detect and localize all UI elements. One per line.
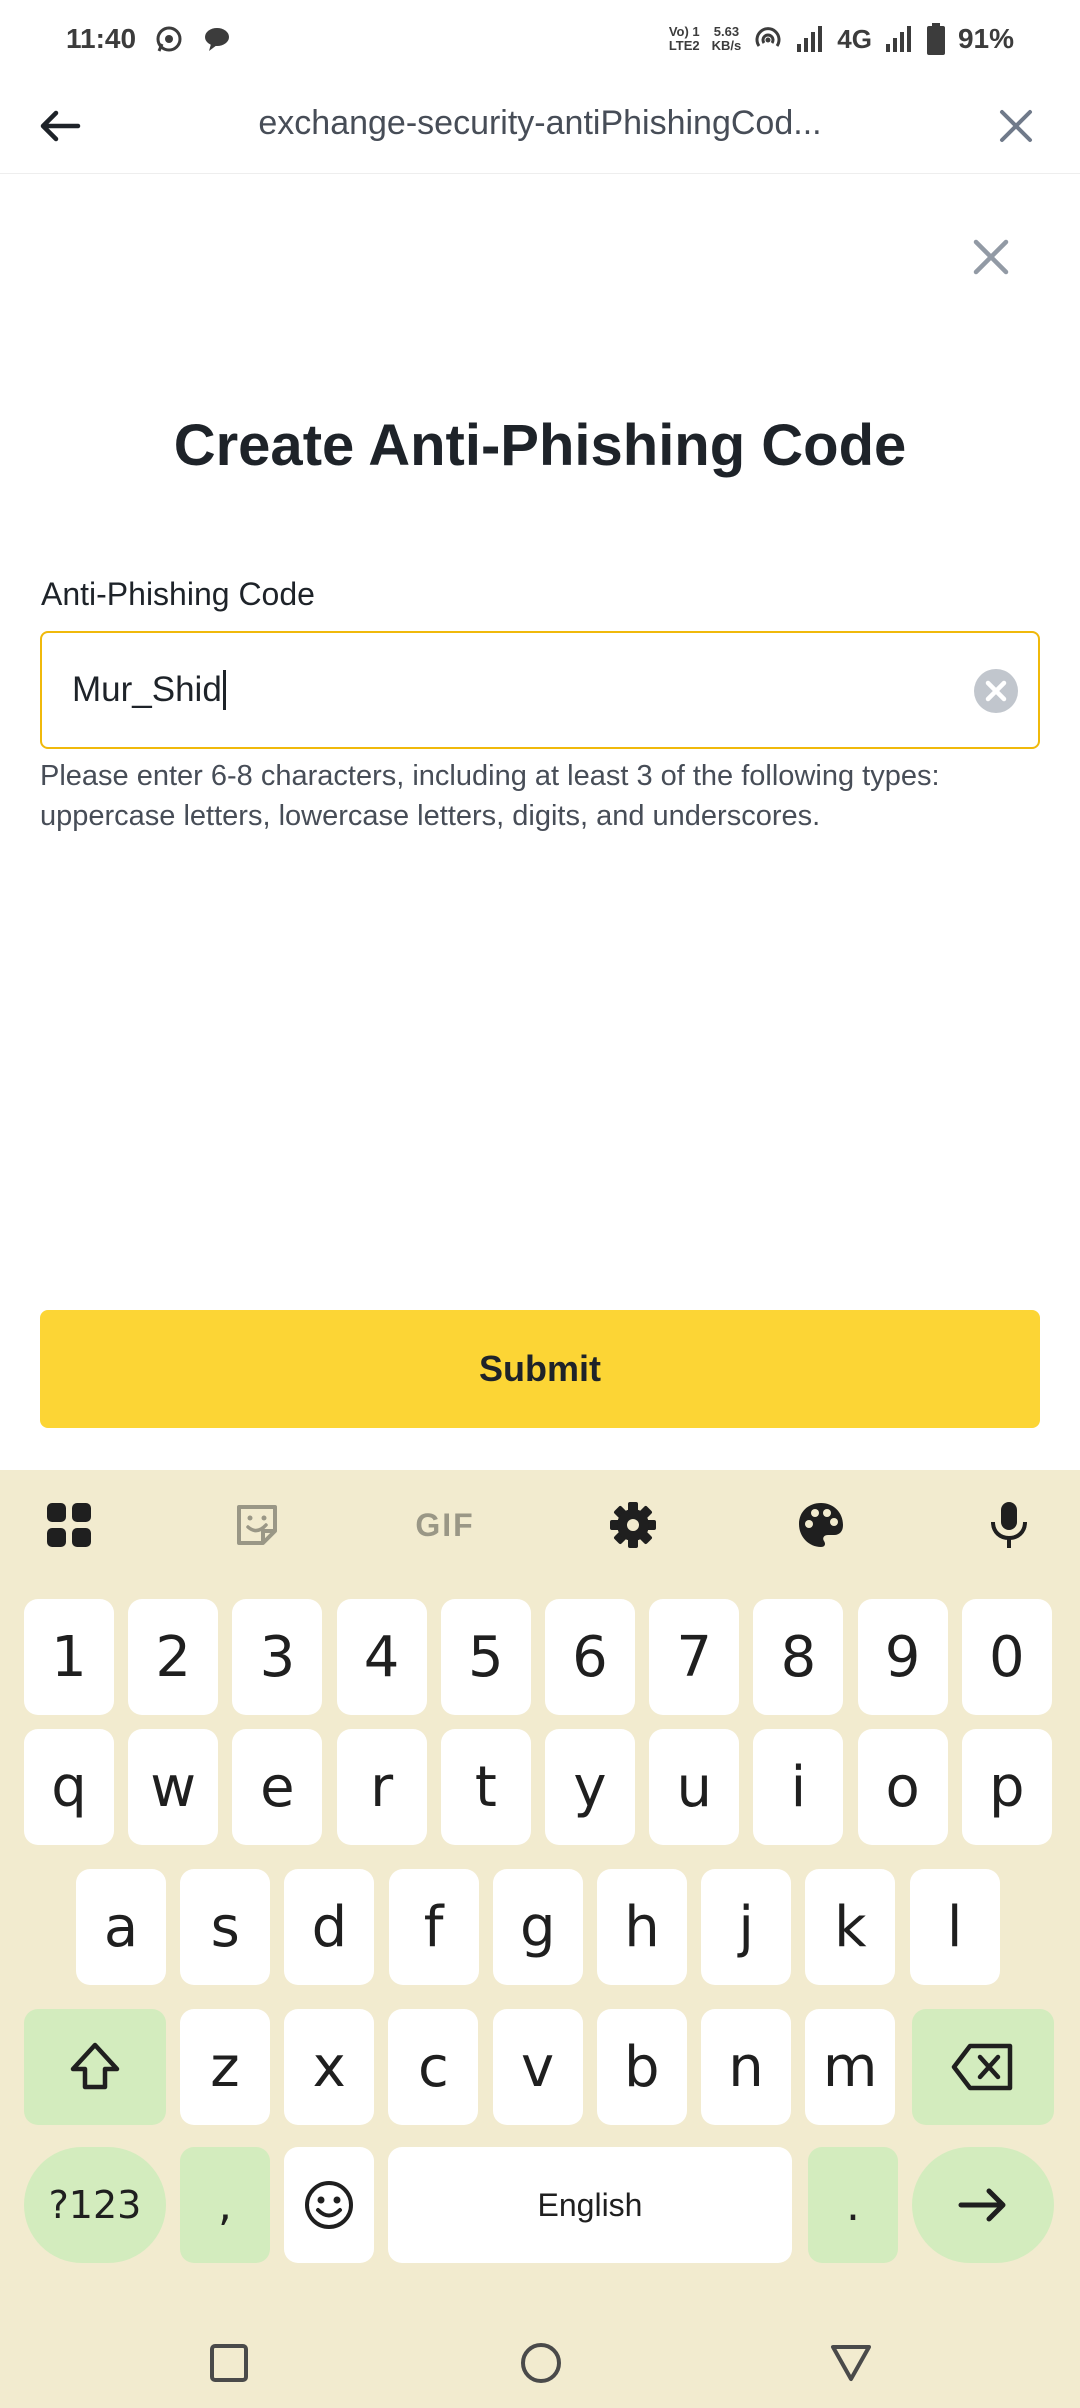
key-u[interactable]: u [649,1729,740,1845]
soft-keyboard: GIF ?123 , English . 1 2 3 4 5 6 7 8 9 0… [0,1470,1080,2318]
key-a[interactable]: a [76,1869,166,1985]
clear-input-icon[interactable] [972,667,1020,715]
space-key[interactable]: English [388,2147,792,2263]
key-r[interactable]: r [336,1729,427,1845]
home-circle-icon[interactable] [518,2340,564,2386]
text-caret [222,670,226,710]
palette-icon[interactable] [796,1500,846,1550]
key-y[interactable]: y [545,1729,635,1845]
shift-key[interactable] [24,2009,166,2125]
gif-label: GIF [415,1506,475,1543]
anti-phishing-code-input[interactable]: Mur_Shid [40,631,1040,749]
key-o[interactable]: o [857,1729,948,1845]
key-t[interactable]: t [440,1729,531,1845]
comma-key[interactable]: , [180,2147,270,2263]
status-time: 11:40 [66,23,137,54]
key-c[interactable]: c [388,2009,479,2125]
network-type-label: Vo) 1 LTE2 [668,24,700,53]
key-7[interactable]: 7 [649,1599,740,1715]
sticker-icon[interactable] [232,1500,282,1550]
status-bar: 11:40 Vo) 1 LTE2 5.63 KB/s 4G 91% [0,0,1080,78]
key-4[interactable]: 4 [336,1599,427,1715]
recents-square-icon[interactable] [206,2340,252,2386]
shift-arrow-icon [70,2042,120,2090]
gif-button[interactable]: GIF [408,1500,482,1550]
emoji-smiley-icon [305,2181,353,2229]
key-3[interactable]: 3 [232,1599,323,1715]
battery-icon [926,23,945,55]
backspace-key[interactable] [912,2009,1054,2125]
signal-icon [885,26,911,52]
keyboard-toolbar: GIF [0,1470,1080,1580]
webview-header: exchange-security-antiPhishingCod... [0,78,1080,174]
dialog-close-icon[interactable] [966,232,1016,282]
close-icon[interactable] [992,102,1040,150]
enter-key[interactable] [912,2147,1054,2263]
key-j[interactable]: j [701,1869,792,1985]
key-f[interactable]: f [388,1869,479,1985]
key-q[interactable]: q [24,1729,114,1845]
key-e[interactable]: e [232,1729,323,1845]
key-l[interactable]: l [909,1869,1000,1985]
key-2[interactable]: 2 [128,1599,219,1715]
backspace-icon [951,2043,1013,2091]
key-v[interactable]: v [492,2009,583,2125]
key-p[interactable]: p [961,1729,1052,1845]
key-i[interactable]: i [753,1729,844,1845]
key-1[interactable]: 1 [24,1599,114,1715]
key-d[interactable]: d [284,1869,375,1985]
key-g[interactable]: g [492,1869,583,1985]
key-w[interactable]: w [128,1729,219,1845]
cell-type-label: 4G [837,23,872,54]
key-5[interactable]: 5 [440,1599,531,1715]
symbols-key[interactable]: ?123 [24,2147,166,2263]
key-m[interactable]: m [805,2009,896,2125]
input-value: Mur_Shid [72,670,222,709]
key-b[interactable]: b [596,2009,687,2125]
key-x[interactable]: x [284,2009,375,2125]
microphone-icon[interactable] [984,1500,1034,1550]
page-url-title: exchange-security-antiPhishingCod... [258,104,822,142]
whatsapp-icon [156,26,182,52]
hotspot-icon [755,27,781,47]
settings-gear-icon[interactable] [608,1500,658,1550]
arrow-left-icon[interactable] [36,102,84,150]
key-k[interactable]: k [805,1869,896,1985]
system-nav-bar [0,2318,1080,2408]
key-s[interactable]: s [180,1869,271,1985]
chat-bubble-icon [205,28,230,51]
back-triangle-icon[interactable] [828,2340,874,2386]
key-z[interactable]: z [180,2009,270,2125]
key-n[interactable]: n [701,2009,791,2125]
period-key[interactable]: . [808,2147,898,2263]
key-6[interactable]: 6 [545,1599,635,1715]
page-title: Create Anti-Phishing Code [173,413,907,478]
signal-icon [797,26,823,52]
key-9[interactable]: 9 [857,1599,948,1715]
apps-grid-icon[interactable] [44,1500,94,1550]
field-label: Anti-Phishing Code [41,576,315,612]
key-0[interactable]: 0 [961,1599,1052,1715]
emoji-key[interactable] [284,2147,374,2263]
network-speed: 5.63 KB/s [711,24,742,53]
input-hint: Please enter 6-8 characters, including a… [40,760,940,832]
key-8[interactable]: 8 [753,1599,844,1715]
arrow-right-icon [958,2188,1006,2222]
submit-button[interactable]: Submit [40,1310,1040,1428]
key-h[interactable]: h [597,1869,687,1985]
battery-percent: 91% [957,23,1014,54]
